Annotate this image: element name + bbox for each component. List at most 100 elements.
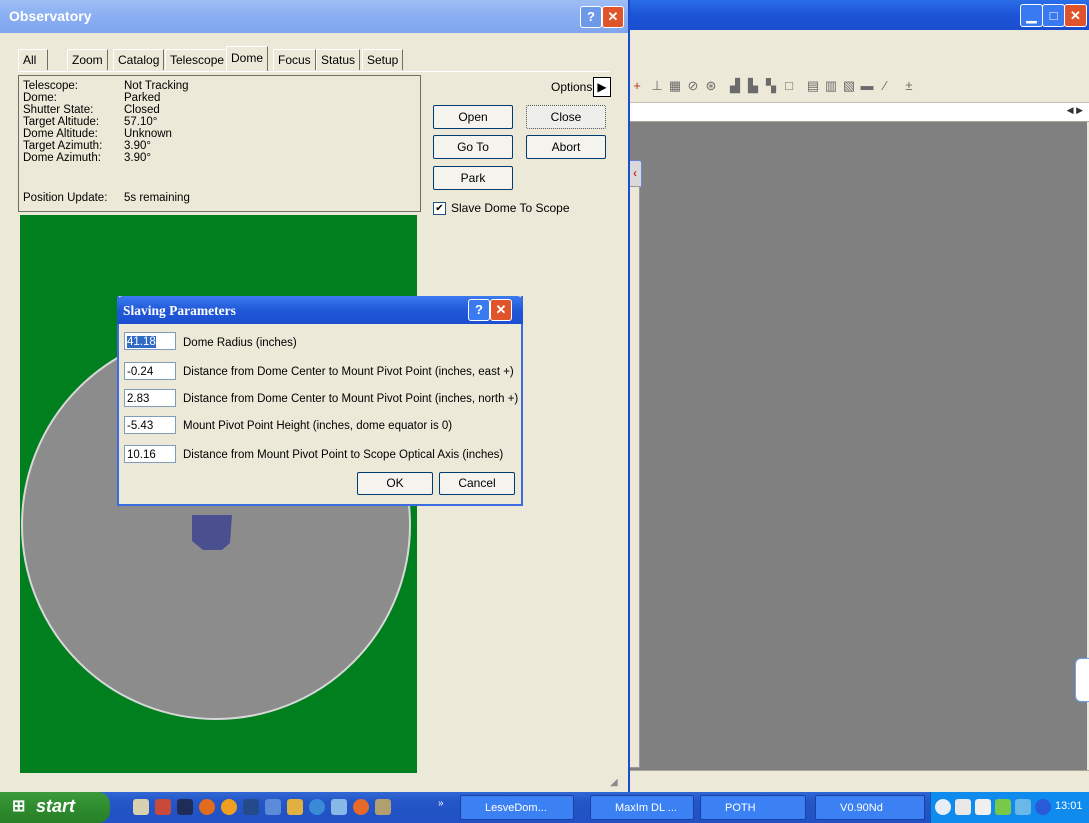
telescope-icon[interactable]: ⊥ [650, 79, 664, 93]
quicklaunch-icon-7[interactable] [265, 799, 281, 815]
ie-icon[interactable] [309, 799, 325, 815]
collapse-panel-icon[interactable]: ‹ [628, 160, 642, 188]
camera-icon[interactable]: ▚ [764, 79, 778, 93]
maxim-statusbar [628, 770, 1089, 793]
minimize-button[interactable]: ▁ [1020, 4, 1043, 27]
position-update-label: Position Update: [23, 192, 108, 204]
folder-icon[interactable] [287, 799, 303, 815]
firefox-icon[interactable] [199, 799, 215, 815]
maxim-titlebar: ▁ □ ✕ [628, 0, 1089, 30]
status-label: Shutter State: [23, 104, 94, 116]
checkbox-check-icon[interactable]: ✔ [433, 202, 446, 215]
dialog-help-button[interactable]: ? [468, 299, 490, 321]
start-button[interactable]: ⊞ start [0, 792, 110, 823]
dialog-titlebar: Slaving Parameters ? ✕ [117, 296, 523, 324]
status-label: Dome: [23, 92, 57, 104]
maxim-toolbar: + ⊥ ▦ ⊘ ⊛ ▟ ▙ ▚ □ ▤ ▥ ▧ ▬ ⁄ ± [628, 72, 1089, 103]
dome-radius-input[interactable]: 41.18 [124, 332, 176, 350]
taskbar: ⊞ start » LesveDom... MaxIm DL ... POTH … [0, 792, 1089, 823]
close-button[interactable]: ✕ [602, 6, 624, 28]
tab-focus[interactable]: Focus [273, 49, 316, 70]
open-button[interactable]: Open [433, 105, 513, 129]
start-label: start [36, 796, 76, 816]
tab-zoom[interactable]: Zoom [67, 49, 108, 70]
status-label: Dome Altitude: [23, 128, 98, 140]
quicklaunch-icon-6[interactable] [243, 799, 259, 815]
tab-catalog[interactable]: Catalog [113, 49, 165, 70]
image-icon-2[interactable]: ▥ [824, 79, 838, 93]
quicklaunch-icon-10[interactable] [331, 799, 347, 815]
tray-icon-1[interactable] [955, 799, 971, 815]
options-control[interactable]: Options ▶ [545, 77, 615, 97]
bar-icon[interactable]: ▬ [860, 79, 874, 93]
maxim-workspace [630, 122, 1087, 770]
scroll-arrows-icon[interactable]: ◀ ▶ [1067, 105, 1083, 116]
resize-grip-icon[interactable]: ◢ [610, 777, 624, 791]
task-lesvedom[interactable]: LesveDom... [460, 795, 574, 820]
options-arrow-icon[interactable]: ▶ [593, 77, 611, 97]
dome-slit [192, 515, 232, 550]
tab-status[interactable]: Status [316, 49, 361, 70]
chevron-more-icon[interactable]: » [438, 798, 444, 809]
status-label: Target Altitude: [23, 116, 100, 128]
tray-icon-2[interactable] [975, 799, 991, 815]
tab-setup[interactable]: Setup [362, 49, 404, 70]
maximize-button[interactable]: □ [1042, 4, 1065, 27]
image-icon-3[interactable]: ▧ [842, 79, 856, 93]
dialog-close-button[interactable]: ✕ [490, 299, 512, 321]
tab-telescope[interactable]: Telescope [165, 49, 230, 70]
chart-icon[interactable]: ▟ [728, 79, 742, 93]
status-value: Parked [124, 92, 161, 104]
maxim-icon[interactable] [177, 799, 193, 815]
help-button[interactable]: ? [580, 6, 602, 28]
dialog-title: Slaving Parameters [123, 303, 236, 318]
north-offset-input[interactable]: 2.83 [124, 389, 176, 407]
tray-expand-icon[interactable] [935, 799, 951, 815]
status-label: Telescope: [23, 80, 78, 92]
dome-radius-value: 41.18 [127, 336, 156, 348]
line-icon[interactable]: ⁄ [878, 79, 892, 93]
quicklaunch-icon-2[interactable] [155, 799, 171, 815]
pivot-height-input[interactable]: -5.43 [124, 416, 176, 434]
status-panel: Telescope: Not Tracking Dome: Parked Shu… [18, 75, 421, 212]
status-value: 3.90° [124, 152, 151, 164]
close-window-button[interactable]: ✕ [1064, 4, 1087, 27]
tray-icon-4[interactable] [1015, 799, 1031, 815]
close-dome-button[interactable]: Close [526, 105, 606, 129]
abort-button[interactable]: Abort [526, 135, 606, 159]
focus-icon[interactable]: ⊛ [704, 79, 718, 93]
dome-radius-label: Dome Radius (inches) [183, 337, 297, 349]
status-label: Target Azimuth: [23, 140, 103, 152]
frame-icon[interactable]: □ [782, 79, 796, 93]
teamviewer-icon[interactable] [1075, 658, 1089, 702]
park-button[interactable]: Park [433, 166, 513, 190]
quicklaunch-icon-1[interactable] [133, 799, 149, 815]
ok-button[interactable]: OK [357, 472, 433, 495]
quicklaunch-icon-12[interactable] [375, 799, 391, 815]
tray-icon-3[interactable] [995, 799, 1011, 815]
optical-axis-input[interactable]: 10.16 [124, 445, 176, 463]
crosshair-icon[interactable]: + [630, 79, 644, 93]
pivot-height-label: Mount Pivot Point Height (inches, dome e… [183, 420, 453, 432]
status-label: Dome Azimuth: [23, 152, 101, 164]
filter-icon[interactable]: ⊘ [686, 79, 700, 93]
goto-button[interactable]: Go To [433, 135, 513, 159]
tray-icon-5[interactable] [1035, 799, 1051, 815]
status-value: 57.10° [124, 116, 158, 128]
tab-dome[interactable]: Dome [226, 46, 269, 71]
zoom-icon[interactable]: ± [902, 79, 916, 93]
east-offset-input[interactable]: -0.24 [124, 362, 176, 380]
image-icon-1[interactable]: ▤ [806, 79, 820, 93]
quicklaunch-icon-11[interactable] [353, 799, 369, 815]
quicklaunch-icon-5[interactable] [221, 799, 237, 815]
task-maxim[interactable]: MaxIm DL ... [590, 795, 694, 820]
task-poth[interactable]: POTH [700, 795, 806, 820]
grid-icon[interactable]: ▦ [668, 79, 682, 93]
slave-dome-label: Slave Dome To Scope [451, 201, 570, 215]
task-v090nd[interactable]: V0.90Nd [815, 795, 925, 820]
east-offset-label: Distance from Dome Center to Mount Pivot… [183, 366, 514, 378]
dome-icon[interactable]: ▙ [746, 79, 760, 93]
status-value: 3.90° [124, 140, 151, 152]
tab-all-sky[interactable]: All Sky [18, 49, 49, 87]
cancel-button[interactable]: Cancel [439, 472, 515, 495]
